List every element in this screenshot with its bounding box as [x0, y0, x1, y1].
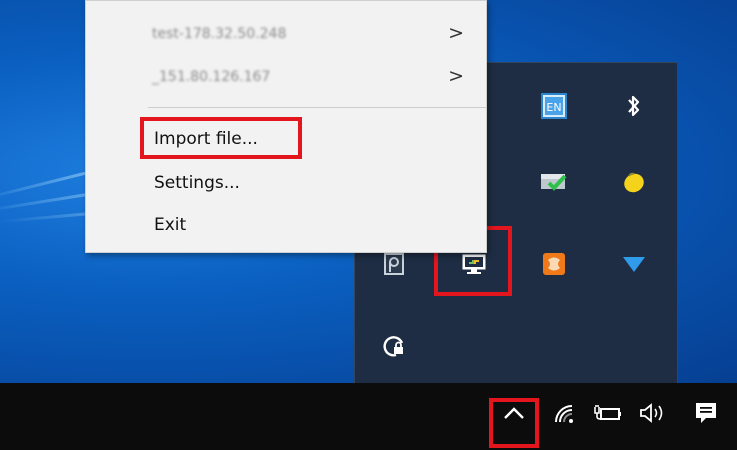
volume-icon[interactable]	[634, 395, 670, 431]
action-center-icon[interactable]	[688, 395, 724, 431]
chevron-highlight-box	[489, 398, 539, 448]
blue-triangle-icon[interactable]	[617, 247, 651, 281]
submenu-chevron-icon: >	[448, 21, 464, 44]
menu-item-label: _151.80.126.167	[152, 69, 271, 85]
app-orange-icon[interactable]	[537, 247, 571, 281]
battery-icon[interactable]	[590, 395, 626, 431]
security-check-icon[interactable]	[537, 165, 571, 199]
bluetooth-icon[interactable]	[617, 89, 651, 123]
import-file-highlight-box	[140, 117, 302, 159]
menu-item-label: test-178.32.50.248	[152, 26, 287, 42]
menu-item-server-1[interactable]: test-178.32.50.248 >	[86, 15, 486, 53]
menu-item-server-2[interactable]: _151.80.126.167 >	[86, 58, 486, 96]
menu-item-label: Settings...	[154, 173, 240, 193]
submenu-chevron-icon: >	[448, 64, 464, 87]
menu-separator	[148, 107, 486, 108]
wifi-icon[interactable]	[546, 395, 582, 431]
lemon-icon[interactable]	[617, 165, 651, 199]
menu-item-exit[interactable]: Exit	[86, 206, 486, 244]
menu-item-settings[interactable]: Settings...	[86, 164, 486, 202]
menu-item-label: Exit	[154, 215, 187, 235]
svg-text:EN: EN	[546, 101, 561, 114]
taskbar	[0, 383, 737, 450]
locked-circle-icon[interactable]	[377, 329, 411, 363]
keyboard-layout-icon[interactable]: EN	[537, 89, 571, 123]
